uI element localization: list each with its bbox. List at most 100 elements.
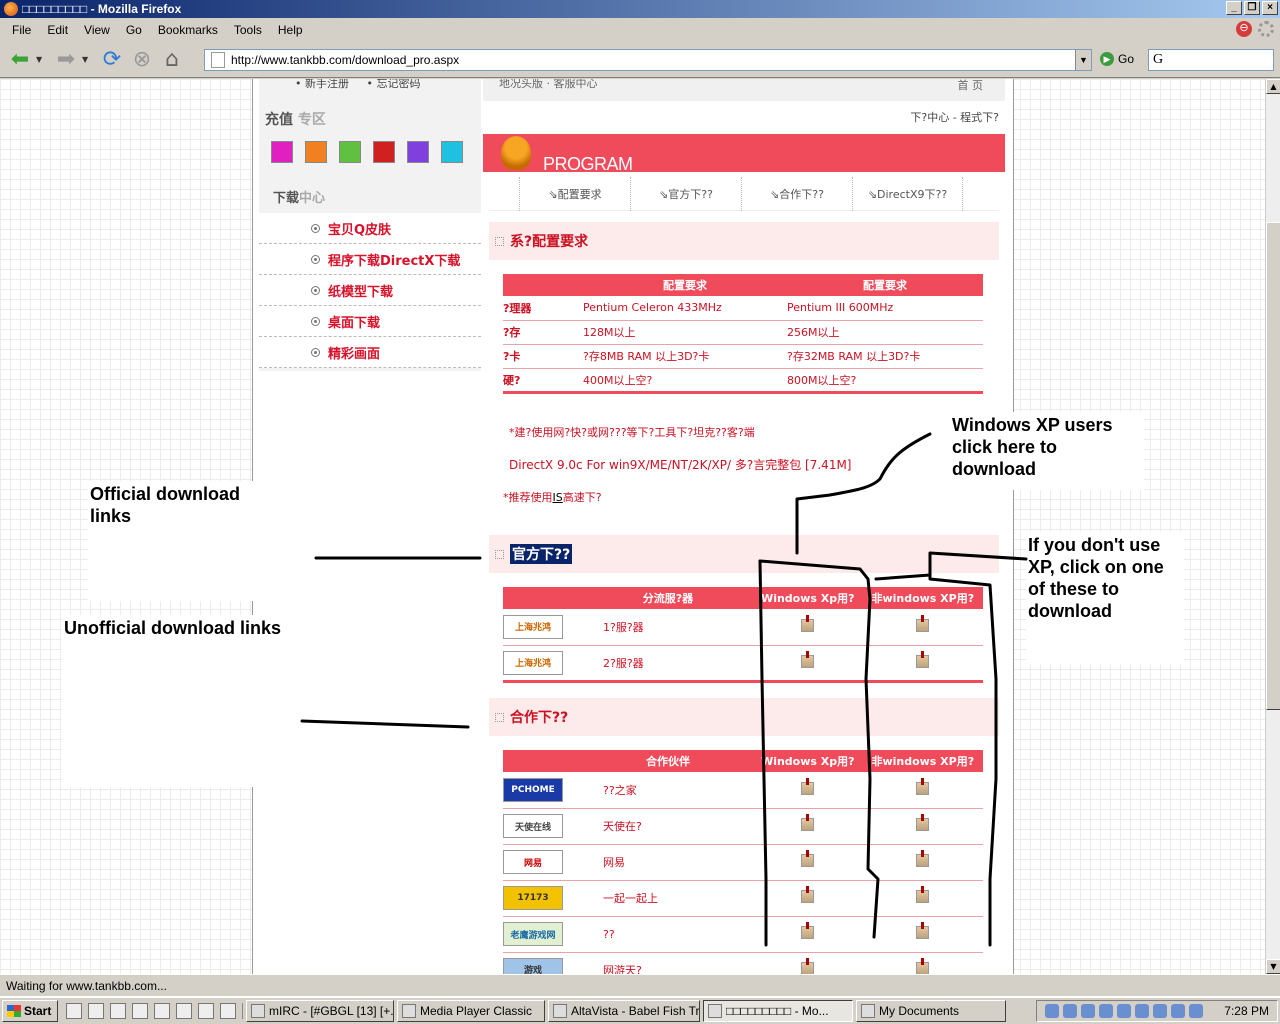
- diamond-icon[interactable]: [407, 141, 429, 163]
- tray-icon[interactable]: [1045, 1004, 1059, 1018]
- task-firefox-active[interactable]: □□□□□□□□□ - Mo...: [703, 1000, 853, 1022]
- sidebar-item-paper-model[interactable]: 纸模型下载: [259, 275, 481, 306]
- quicklaunch-icon[interactable]: [110, 1003, 126, 1019]
- back-arrow-icon: ⬅: [10, 47, 30, 72]
- menu-file[interactable]: File: [4, 23, 39, 37]
- scroll-down-icon[interactable]: ▼: [1266, 959, 1280, 974]
- download-icon[interactable]: [916, 614, 930, 632]
- download-icon[interactable]: [801, 814, 815, 831]
- quicklaunch-icon[interactable]: [220, 1003, 236, 1019]
- tab-official[interactable]: ⇘ 官方下??: [630, 177, 741, 211]
- task-mirc[interactable]: mIRC - [#GBGL [13] [+...: [246, 1000, 394, 1022]
- restore-button[interactable]: ❐: [1244, 1, 1260, 15]
- folder-icon: [861, 1004, 875, 1018]
- quicklaunch-icon[interactable]: [154, 1003, 170, 1019]
- table-row: ?理器 Pentium Celeron 433MHz Pentium III 6…: [503, 296, 983, 321]
- task-media-player[interactable]: Media Player Classic: [397, 1000, 545, 1022]
- menu-tools[interactable]: Tools: [226, 23, 270, 37]
- scroll-up-icon[interactable]: ▲: [1266, 79, 1280, 94]
- table-row: ?存 128M以上 256M以上: [503, 320, 983, 345]
- menu-go[interactable]: Go: [118, 23, 150, 37]
- home-link[interactable]: 首 页: [958, 79, 984, 93]
- download-icon[interactable]: [916, 777, 930, 795]
- taskbar: Start mIRC - [#GBGL [13] [+... Media Pla…: [0, 996, 1280, 1024]
- tab-directx[interactable]: ⇘ DirectX9下??: [852, 177, 963, 211]
- back-dropdown-icon[interactable]: ▼: [36, 55, 46, 64]
- download-icon[interactable]: [801, 957, 815, 974]
- url-text[interactable]: http://www.tankbb.com/download_pro.aspx: [231, 53, 1075, 67]
- forward-dropdown-icon[interactable]: ▼: [82, 55, 92, 64]
- home-button[interactable]: ⌂: [158, 46, 186, 74]
- pen-icon[interactable]: [305, 141, 327, 163]
- download-icon[interactable]: [916, 886, 930, 903]
- table-row: 硬? 400M以上空? 800M以上空?: [503, 368, 983, 394]
- media-player-icon: [402, 1004, 416, 1018]
- is-link[interactable]: IS: [553, 491, 563, 504]
- menu-edit[interactable]: Edit: [39, 23, 76, 37]
- tray-icon[interactable]: [1117, 1004, 1131, 1018]
- menu-help[interactable]: Help: [270, 23, 311, 37]
- go-button[interactable]: ▶ Go: [1100, 52, 1134, 66]
- menu-view[interactable]: View: [76, 23, 118, 37]
- download-icon[interactable]: [801, 886, 815, 903]
- house-icon[interactable]: [339, 141, 361, 163]
- download-icon[interactable]: [916, 850, 930, 867]
- download-icon[interactable]: [801, 777, 815, 795]
- url-bar[interactable]: http://www.tankbb.com/download_pro.aspx …: [204, 49, 1092, 71]
- firefox-icon: [553, 1004, 567, 1018]
- tray-icon[interactable]: [1135, 1004, 1149, 1018]
- grid-icon[interactable]: [373, 141, 395, 163]
- download-icon[interactable]: [916, 922, 930, 939]
- tray-icon[interactable]: [1189, 1004, 1203, 1018]
- quicklaunch-icon[interactable]: [176, 1003, 192, 1019]
- square-bullet-icon: [495, 549, 504, 559]
- forgot-password-link[interactable]: 忘记密码: [376, 79, 420, 90]
- sidebar-item-screenshots[interactable]: 精彩画面: [259, 337, 481, 368]
- back-button[interactable]: ⬅: [6, 46, 34, 74]
- quicklaunch-icon[interactable]: [198, 1003, 214, 1019]
- minimize-button[interactable]: _: [1226, 1, 1242, 15]
- tab-requirements[interactable]: ⇘ 配置要求: [519, 177, 630, 211]
- stop-button[interactable]: ⊗: [128, 46, 156, 74]
- clock: 7:28 PM: [1224, 1004, 1269, 1018]
- tray-icon[interactable]: [1081, 1004, 1095, 1018]
- vertical-scrollbar[interactable]: ▲ ▼: [1265, 79, 1280, 974]
- tv-icon[interactable]: [441, 141, 463, 163]
- quicklaunch-icon[interactable]: [132, 1003, 148, 1019]
- quicklaunch-icon[interactable]: [88, 1003, 104, 1019]
- sidebar-item-desktop[interactable]: 桌面下载: [259, 306, 481, 337]
- table-row: 17173 一起一起上: [503, 880, 983, 917]
- download-icon[interactable]: [916, 957, 930, 974]
- start-button[interactable]: Start: [2, 1000, 58, 1022]
- heart-icon[interactable]: [271, 141, 293, 163]
- close-button[interactable]: ×: [1262, 1, 1278, 15]
- volume-icon[interactable]: [1063, 1004, 1077, 1018]
- search-input[interactable]: G: [1148, 49, 1274, 71]
- forward-button[interactable]: ➡: [52, 46, 80, 74]
- download-icon[interactable]: [916, 650, 930, 668]
- task-altavista[interactable]: AltaVista - Babel Fish Tr...: [548, 1000, 700, 1022]
- tray-icon[interactable]: [1171, 1004, 1185, 1018]
- tab-partner[interactable]: ⇘ 合作下??: [741, 177, 852, 211]
- download-icon[interactable]: [801, 922, 815, 939]
- download-icon[interactable]: [801, 850, 815, 867]
- download-icon[interactable]: [801, 650, 815, 668]
- tray-icon[interactable]: [1099, 1004, 1113, 1018]
- stop-red-icon[interactable]: ⊖: [1236, 21, 1252, 37]
- tray-icon[interactable]: [1153, 1004, 1167, 1018]
- download-icon[interactable]: [801, 614, 815, 632]
- register-link[interactable]: 新手注册: [305, 79, 349, 90]
- table-row: 老鹰游戏网 ??: [503, 916, 983, 953]
- menu-bookmarks[interactable]: Bookmarks: [150, 23, 226, 37]
- sidebar-item-skins[interactable]: 宝贝Q皮肤: [259, 213, 481, 244]
- reload-button[interactable]: ⟳: [98, 46, 126, 74]
- url-dropdown-icon[interactable]: ▼: [1075, 50, 1091, 70]
- annotation-official: Official download links: [88, 481, 288, 601]
- sidebar-item-program[interactable]: 程序下载DirectX下载: [259, 244, 481, 275]
- scroll-thumb[interactable]: [1266, 222, 1280, 710]
- download-icon[interactable]: [916, 814, 930, 831]
- directx-link[interactable]: DirectX 9.0c For win9X/ME/NT/2K/XP/ 多?言完…: [509, 456, 999, 473]
- task-my-documents[interactable]: My Documents: [856, 1000, 1006, 1022]
- 17173-logo: 17173: [503, 886, 563, 910]
- quicklaunch-icon[interactable]: [66, 1003, 82, 1019]
